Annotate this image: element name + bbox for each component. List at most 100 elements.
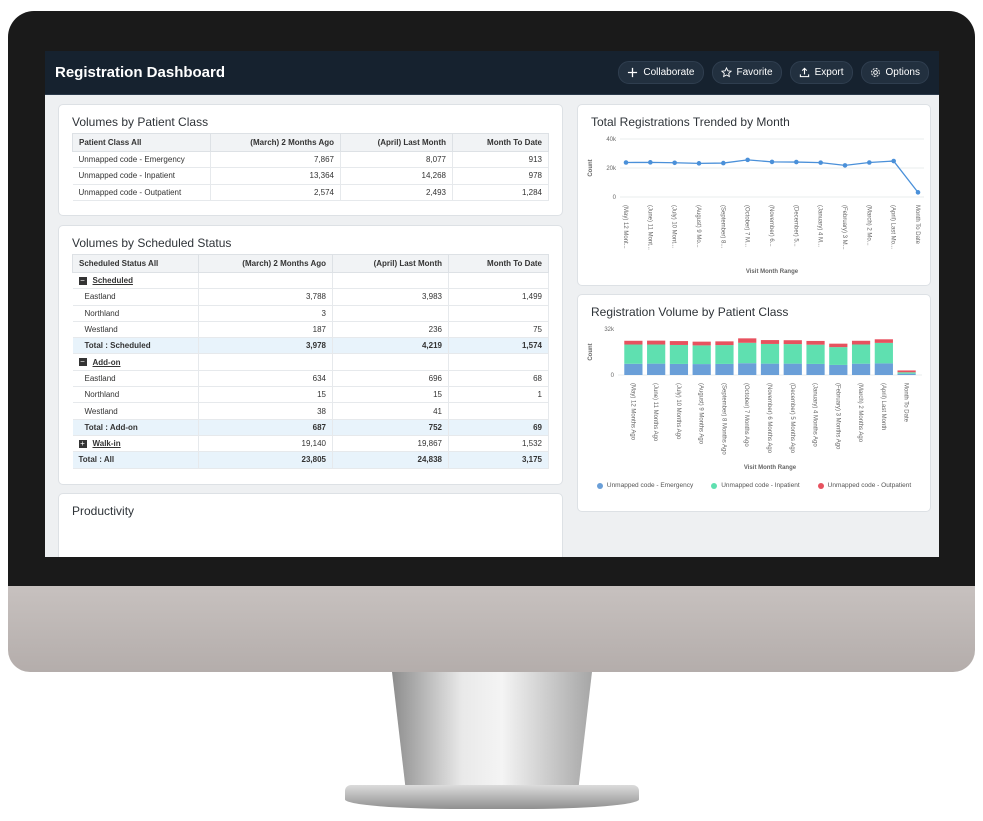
collapse-icon[interactable]: − xyxy=(78,276,87,285)
bar-segment xyxy=(624,344,643,364)
legend-item[interactable]: Unmapped code - Emergency xyxy=(596,482,693,489)
data-point xyxy=(818,160,823,165)
cell-value: 75 xyxy=(448,321,549,339)
scheduled-status-title: Volumes by Scheduled Status xyxy=(72,236,232,250)
x-tick-label: (March) 2 Months Ago xyxy=(857,383,863,443)
x-tick-label: (November) 6 Months Ago xyxy=(766,383,772,454)
x-tick-label: (January) 4 Months Ago xyxy=(812,383,818,447)
expand-icon[interactable]: + xyxy=(78,439,87,448)
empty-cell xyxy=(198,272,333,290)
productivity-panel: Productivity xyxy=(58,493,563,557)
column-header[interactable]: Month To Date xyxy=(448,254,549,273)
bar-segment xyxy=(760,343,780,364)
collaborate-label: Collaborate xyxy=(643,67,695,78)
table-row[interactable]: Unmapped code - Inpatient 13,364 14,268 … xyxy=(72,167,549,185)
dashboard-title: Registration Dashboard xyxy=(55,64,226,81)
bar-segment xyxy=(760,340,780,344)
export-label: Export xyxy=(814,67,844,78)
cell-value: 752 xyxy=(332,419,449,436)
column-header[interactable]: Patient Class All xyxy=(72,133,211,152)
column-header[interactable]: (April) Last Month xyxy=(332,254,449,273)
bar-segment xyxy=(647,340,666,345)
column-header[interactable]: (March) 2 Months Ago xyxy=(210,133,341,152)
options-label: Options xyxy=(885,67,920,78)
cell-value: 23,805 xyxy=(198,451,333,469)
collaborate-button[interactable]: Collaborate xyxy=(618,61,704,84)
cell-value: 978 xyxy=(452,167,549,185)
data-point xyxy=(672,160,677,166)
cell-value: 24,838 xyxy=(332,451,449,469)
table-row[interactable]: Unmapped code - Emergency 7,867 8,077 91… xyxy=(72,151,549,169)
export-button[interactable]: Export xyxy=(789,61,853,84)
row-label: Westland xyxy=(72,321,199,339)
table-row[interactable]: Northland 3 xyxy=(72,305,549,322)
cell-value: 3,983 xyxy=(332,288,449,306)
collapse-icon[interactable]: − xyxy=(78,358,87,367)
bar-segment xyxy=(715,363,734,375)
group-row-add-on[interactable]: − Add-on xyxy=(72,353,549,371)
y-tick-label: 32k xyxy=(604,327,615,333)
bar-segment xyxy=(669,363,689,375)
bar-segment xyxy=(760,363,780,375)
y-tick-label: 0 xyxy=(611,373,615,379)
bar-segment xyxy=(897,372,916,374)
data-point xyxy=(769,159,775,165)
cell-value: 3,978 xyxy=(198,337,333,355)
group-label[interactable]: Walk-in xyxy=(93,439,121,448)
favorite-button[interactable]: Favorite xyxy=(711,61,782,84)
monitor-chin xyxy=(8,586,975,672)
column-header[interactable]: Scheduled Status All xyxy=(72,254,199,273)
cell-value: 1,574 xyxy=(448,337,549,355)
bar-segment xyxy=(851,363,871,375)
x-tick-label: (July) 10 Months Ago xyxy=(675,383,681,440)
plus-icon xyxy=(628,67,638,78)
scheduled-status-table: Scheduled Status All (March) 2 Months Ag… xyxy=(72,254,549,469)
legend-swatch xyxy=(596,482,603,489)
cell-value: 3 xyxy=(198,305,333,322)
table-row[interactable]: Eastland 3,788 3,983 1,499 xyxy=(72,288,549,306)
cell-value: 687 xyxy=(198,419,333,436)
group-row-walk-in[interactable]: + Walk-in 19,140 19,867 1,532 xyxy=(72,435,549,453)
row-label: Unmapped code - Emergency xyxy=(72,151,211,169)
group-header[interactable]: − Add-on xyxy=(72,353,199,371)
stacked-bar-chart[interactable]: 32k 0 Count (May) 12 Months Ago (June) 11 Mo… xyxy=(578,323,930,473)
cell-value: 1,532 xyxy=(448,435,549,453)
y-tick-label: 20k xyxy=(606,166,617,172)
empty-cell xyxy=(448,353,549,371)
bar-segment xyxy=(897,370,916,373)
cell-value: 3,788 xyxy=(198,288,333,306)
group-label[interactable]: Add-on xyxy=(93,358,121,367)
column-header[interactable]: (March) 2 Months Ago xyxy=(198,254,333,273)
column-header[interactable]: Month To Date xyxy=(452,133,549,152)
bar-segment xyxy=(874,363,893,375)
column-header[interactable]: (April) Last Month xyxy=(340,133,453,152)
options-button[interactable]: Options xyxy=(860,61,929,84)
y-axis-label: Count xyxy=(588,159,594,176)
bar-segment xyxy=(806,340,825,345)
legend-item[interactable]: Unmapped code - Outpatient xyxy=(817,482,911,489)
trend-line-chart[interactable]: 40k 20k 0 Count (May) 12 Mont... (June) 11 Mo… xyxy=(578,133,930,283)
table-row[interactable]: Westland 187 236 75 xyxy=(72,321,549,339)
table-row[interactable]: Unmapped code - Outpatient 2,574 2,493 1… xyxy=(72,184,549,201)
group-row-scheduled[interactable]: − Scheduled xyxy=(72,272,549,290)
table-row[interactable]: Westland 38 41 xyxy=(72,402,549,420)
bar-segment xyxy=(647,344,666,364)
patient-class-table: Patient Class All (March) 2 Months Ago (… xyxy=(72,133,549,201)
group-header[interactable]: + Walk-in xyxy=(72,435,199,453)
bar-segment xyxy=(783,344,802,364)
x-tick-label: (February) 3 M... xyxy=(841,205,847,250)
bar-segment xyxy=(738,363,757,375)
group-header[interactable]: − Scheduled xyxy=(72,272,199,290)
cell-value: 696 xyxy=(332,370,449,388)
data-point xyxy=(891,158,896,164)
table-row[interactable]: Eastland 634 696 68 xyxy=(72,370,549,388)
bar-segment xyxy=(647,363,666,375)
x-tick-label: (October) 7 M... xyxy=(744,205,750,247)
group-label[interactable]: Scheduled xyxy=(93,276,133,285)
data-point xyxy=(648,160,653,165)
legend-item[interactable]: Unmapped code - Inpatient xyxy=(711,482,800,489)
table-row[interactable]: Northland 15 15 1 xyxy=(72,386,549,404)
legend-label: Unmapped code - Inpatient xyxy=(721,482,800,489)
x-axis-label: Visit Month Range xyxy=(744,465,797,471)
x-tick-label: (February) 3 Months Ago xyxy=(834,383,840,450)
